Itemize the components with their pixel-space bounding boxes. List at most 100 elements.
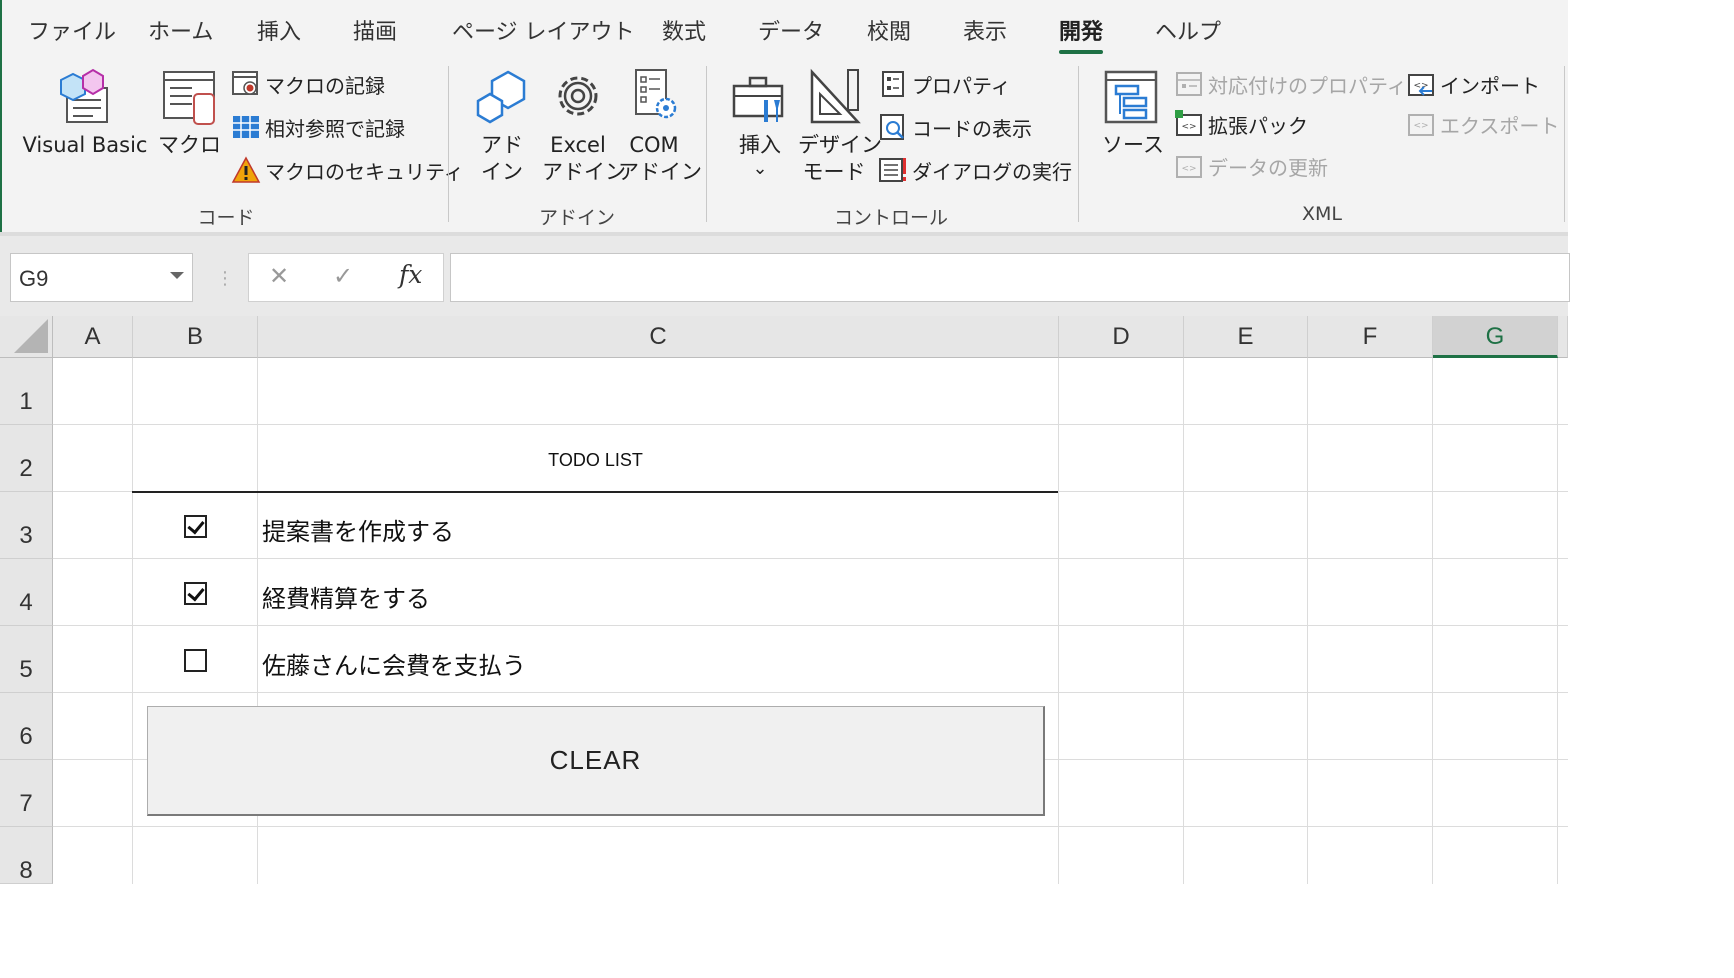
com-addin-label-line1: COM <box>629 133 679 157</box>
column-header-e[interactable]: E <box>1184 316 1308 358</box>
tab-home[interactable]: ホーム <box>148 14 213 46</box>
excel-addin-button[interactable]: Excel アドイン <box>542 66 626 186</box>
formula-buttons: ✕ ✓ fx <box>248 253 444 302</box>
column-header-g[interactable]: G <box>1433 316 1558 358</box>
chevron-down-icon: ⌄ <box>752 158 768 179</box>
export-button[interactable]: <> エクスポート <box>1406 106 1559 142</box>
run-dialog-icon <box>879 158 906 182</box>
run-dialog-button[interactable]: ダイアログの実行 <box>878 152 1072 188</box>
column-header-partial[interactable] <box>1558 316 1568 358</box>
tab-data[interactable]: データ <box>758 14 824 46</box>
cancel-icon[interactable]: ✕ <box>269 262 289 290</box>
task-checkbox-3[interactable] <box>184 649 207 672</box>
insert-control-button[interactable]: 挿入 ⌄ <box>728 66 792 182</box>
insert-function-icon[interactable]: fx <box>399 260 422 289</box>
task-text-2: 経費精算をする <box>262 585 430 613</box>
properties-icon <box>882 71 904 97</box>
addin-hexagon-icon <box>476 70 526 124</box>
svg-text:<>: <> <box>1413 121 1428 131</box>
properties-label: プロパティ <box>912 73 1011 98</box>
xml-source-icon <box>1104 70 1158 124</box>
task-text-3: 佐藤さんに会費を支払う <box>262 652 526 680</box>
relative-reference-label: 相対参照で記録 <box>265 116 405 141</box>
row-header-4[interactable]: 4 <box>0 559 53 626</box>
gridline <box>1432 358 1433 884</box>
map-properties-icon <box>1176 72 1202 96</box>
tab-developer[interactable]: 開発 <box>1059 14 1104 54</box>
warning-icon <box>231 156 261 183</box>
visual-basic-button[interactable]: Visual Basic <box>22 66 148 159</box>
gridline <box>53 424 1568 425</box>
gridline <box>1058 358 1059 884</box>
group-separator <box>706 66 707 222</box>
tab-view[interactable]: 表示 <box>963 14 1007 46</box>
tab-review[interactable]: 校閲 <box>867 14 911 46</box>
design-mode-button[interactable]: デザイン モード <box>798 66 882 186</box>
task-checkbox-1[interactable] <box>184 515 207 538</box>
design-mode-icon <box>810 68 861 124</box>
expansion-pack-icon: <> <box>1175 110 1202 136</box>
row-header-5[interactable]: 5 <box>0 626 53 693</box>
record-macro-button[interactable]: マクロの記録 <box>231 66 385 102</box>
import-button[interactable]: <> インポート <box>1406 66 1540 102</box>
group-label-addins: アドイン <box>538 207 616 229</box>
select-all-button[interactable] <box>0 316 53 358</box>
ribbon-tabs: ファイル ホーム 挿入 描画 ページ レイアウト 数式 データ 校閲 表示 開発… <box>2 0 1568 56</box>
view-code-label: コードの表示 <box>912 116 1032 141</box>
column-header-c[interactable]: C <box>258 316 1059 358</box>
splitter-handle[interactable]: ⋮ <box>216 268 234 289</box>
gridline <box>53 692 1568 693</box>
view-code-button[interactable]: コードの表示 <box>878 109 1032 145</box>
row-header-6[interactable]: 6 <box>0 693 53 760</box>
xml-source-label: ソース <box>1102 133 1164 157</box>
properties-button[interactable]: プロパティ <box>878 66 1011 102</box>
gear-icon <box>558 76 598 116</box>
group-label-code: コード <box>197 207 255 229</box>
gridline <box>53 558 1568 559</box>
relative-reference-icon <box>233 116 259 138</box>
column-header-b[interactable]: B <box>133 316 258 358</box>
map-properties-label: 対応付けのプロパティ <box>1208 73 1407 98</box>
tab-page-layout[interactable]: ページ レイアウト <box>452 14 635 46</box>
tab-help[interactable]: ヘルプ <box>1155 14 1221 46</box>
view-code-icon <box>880 114 904 140</box>
import-icon: <> <box>1408 74 1434 96</box>
macro-security-button[interactable]: マクロのセキュリティ <box>231 152 464 188</box>
tab-draw[interactable]: 描画 <box>353 14 397 46</box>
column-header-f[interactable]: F <box>1308 316 1433 358</box>
export-icon: <> <box>1408 114 1434 136</box>
tab-formulas[interactable]: 数式 <box>662 14 706 46</box>
column-header-d[interactable]: D <box>1059 316 1184 358</box>
formula-input[interactable] <box>450 253 1570 302</box>
group-label-xml: XML <box>1302 203 1342 225</box>
name-box[interactable]: G9 <box>10 253 193 302</box>
addin-button[interactable]: アド イン <box>472 66 532 186</box>
map-properties-button[interactable]: 対応付けのプロパティ <box>1174 66 1407 102</box>
refresh-data-button[interactable]: <> データの更新 <box>1174 148 1328 184</box>
relative-reference-button[interactable]: 相対参照で記録 <box>231 109 405 145</box>
excel-addin-label-line1: Excel <box>550 133 606 157</box>
expansion-packs-button[interactable]: <> 拡張パック <box>1174 106 1308 142</box>
com-addin-button[interactable]: COM アドイン <box>618 66 702 186</box>
expansion-packs-label: 拡張パック <box>1208 113 1308 138</box>
gridline <box>53 826 1568 827</box>
com-addin-icon <box>635 69 677 119</box>
row-header-8[interactable]: 8 <box>0 827 53 884</box>
column-header-a[interactable]: A <box>53 316 133 358</box>
worksheet-grid[interactable]: A B C D E F G 1 2 3 4 5 6 7 8 TODO LIST … <box>0 316 1568 884</box>
group-separator <box>1564 66 1565 222</box>
task-checkbox-2[interactable] <box>184 582 207 605</box>
row-header-7[interactable]: 7 <box>0 760 53 827</box>
tab-insert[interactable]: 挿入 <box>257 14 301 46</box>
row-header-3[interactable]: 3 <box>0 492 53 559</box>
macro-button[interactable]: マクロ <box>158 66 221 159</box>
chevron-down-icon[interactable] <box>170 272 184 279</box>
enter-icon[interactable]: ✓ <box>333 262 353 290</box>
xml-source-button[interactable]: ソース <box>1102 66 1164 159</box>
row-header-2[interactable]: 2 <box>0 425 53 492</box>
clear-button[interactable]: CLEAR <box>147 706 1045 816</box>
tab-file[interactable]: ファイル <box>28 14 116 46</box>
row-header-1[interactable]: 1 <box>0 358 53 425</box>
group-separator <box>448 66 449 222</box>
design-mode-label-line1: デザイン <box>798 133 882 157</box>
